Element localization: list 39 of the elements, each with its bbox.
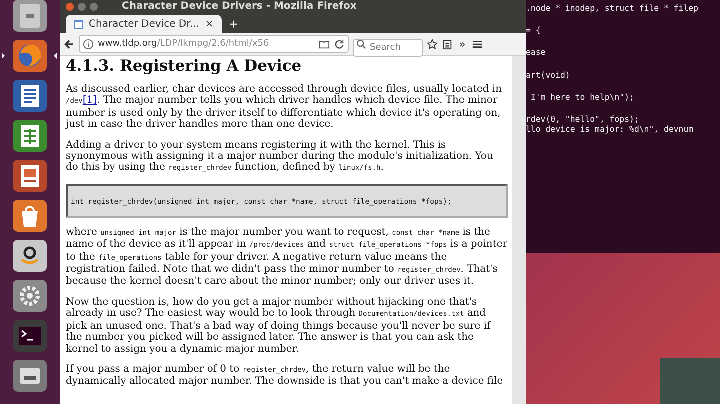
code-line: rdev(0, "hello", fops); — [526, 114, 640, 124]
clipboard-icon[interactable] — [442, 38, 453, 50]
browser-tab[interactable]: Character Device Dr... × — [66, 15, 222, 33]
reader-view-icon[interactable] — [319, 38, 330, 50]
gear-icon[interactable] — [13, 280, 47, 312]
code-line: = { — [526, 25, 542, 36]
url-field[interactable]: www.tldp.org/LDP/lkmpg/2.6/html/x56 — [79, 35, 349, 53]
reload-icon[interactable] — [334, 38, 345, 50]
spreadsheet-icon[interactable] — [13, 120, 47, 152]
minimize-icon[interactable] — [78, 2, 86, 10]
overflow-button[interactable]: » — [457, 38, 468, 50]
document-icon[interactable] — [13, 80, 47, 112]
video-placeholder — [660, 358, 720, 404]
page-heading: 4.1.3. Registering A Device — [66, 57, 303, 75]
shopping-bag-icon[interactable] — [13, 200, 47, 232]
footnote-link[interactable]: [1] — [82, 95, 97, 106]
bookmark-star-icon[interactable] — [427, 38, 438, 50]
menu-icon[interactable] — [472, 38, 483, 50]
back-icon[interactable] — [64, 38, 75, 50]
search-field[interactable]: Search — [353, 39, 423, 57]
close-icon[interactable] — [66, 2, 74, 10]
maximize-icon[interactable] — [90, 2, 98, 10]
code-line: art(void) — [526, 70, 572, 80]
code-line: llo device is major: %d\n", devnum — [526, 124, 695, 134]
smile-logo-icon[interactable] — [13, 240, 47, 272]
terminal-icon[interactable] — [13, 320, 47, 352]
code-line: I'm here to help\n"); — [530, 92, 636, 102]
new-tab-button[interactable]: + — [228, 15, 240, 33]
files-cabinet-icon[interactable] — [13, 0, 47, 32]
browser-globe-icon[interactable] — [13, 40, 47, 72]
window-title: Character Device Drivers - Mozilla Firefox — [122, 0, 357, 13]
page-icon — [74, 20, 83, 28]
info-icon — [83, 38, 94, 50]
close-tab-icon[interactable]: × — [205, 18, 214, 30]
presentation-icon[interactable] — [13, 160, 47, 192]
scrollbar[interactable] — [512, 56, 526, 404]
code-line: .node * inodep, struct file * filep — [526, 3, 700, 14]
drive-icon[interactable] — [13, 360, 47, 392]
code-line: ease — [526, 47, 547, 58]
